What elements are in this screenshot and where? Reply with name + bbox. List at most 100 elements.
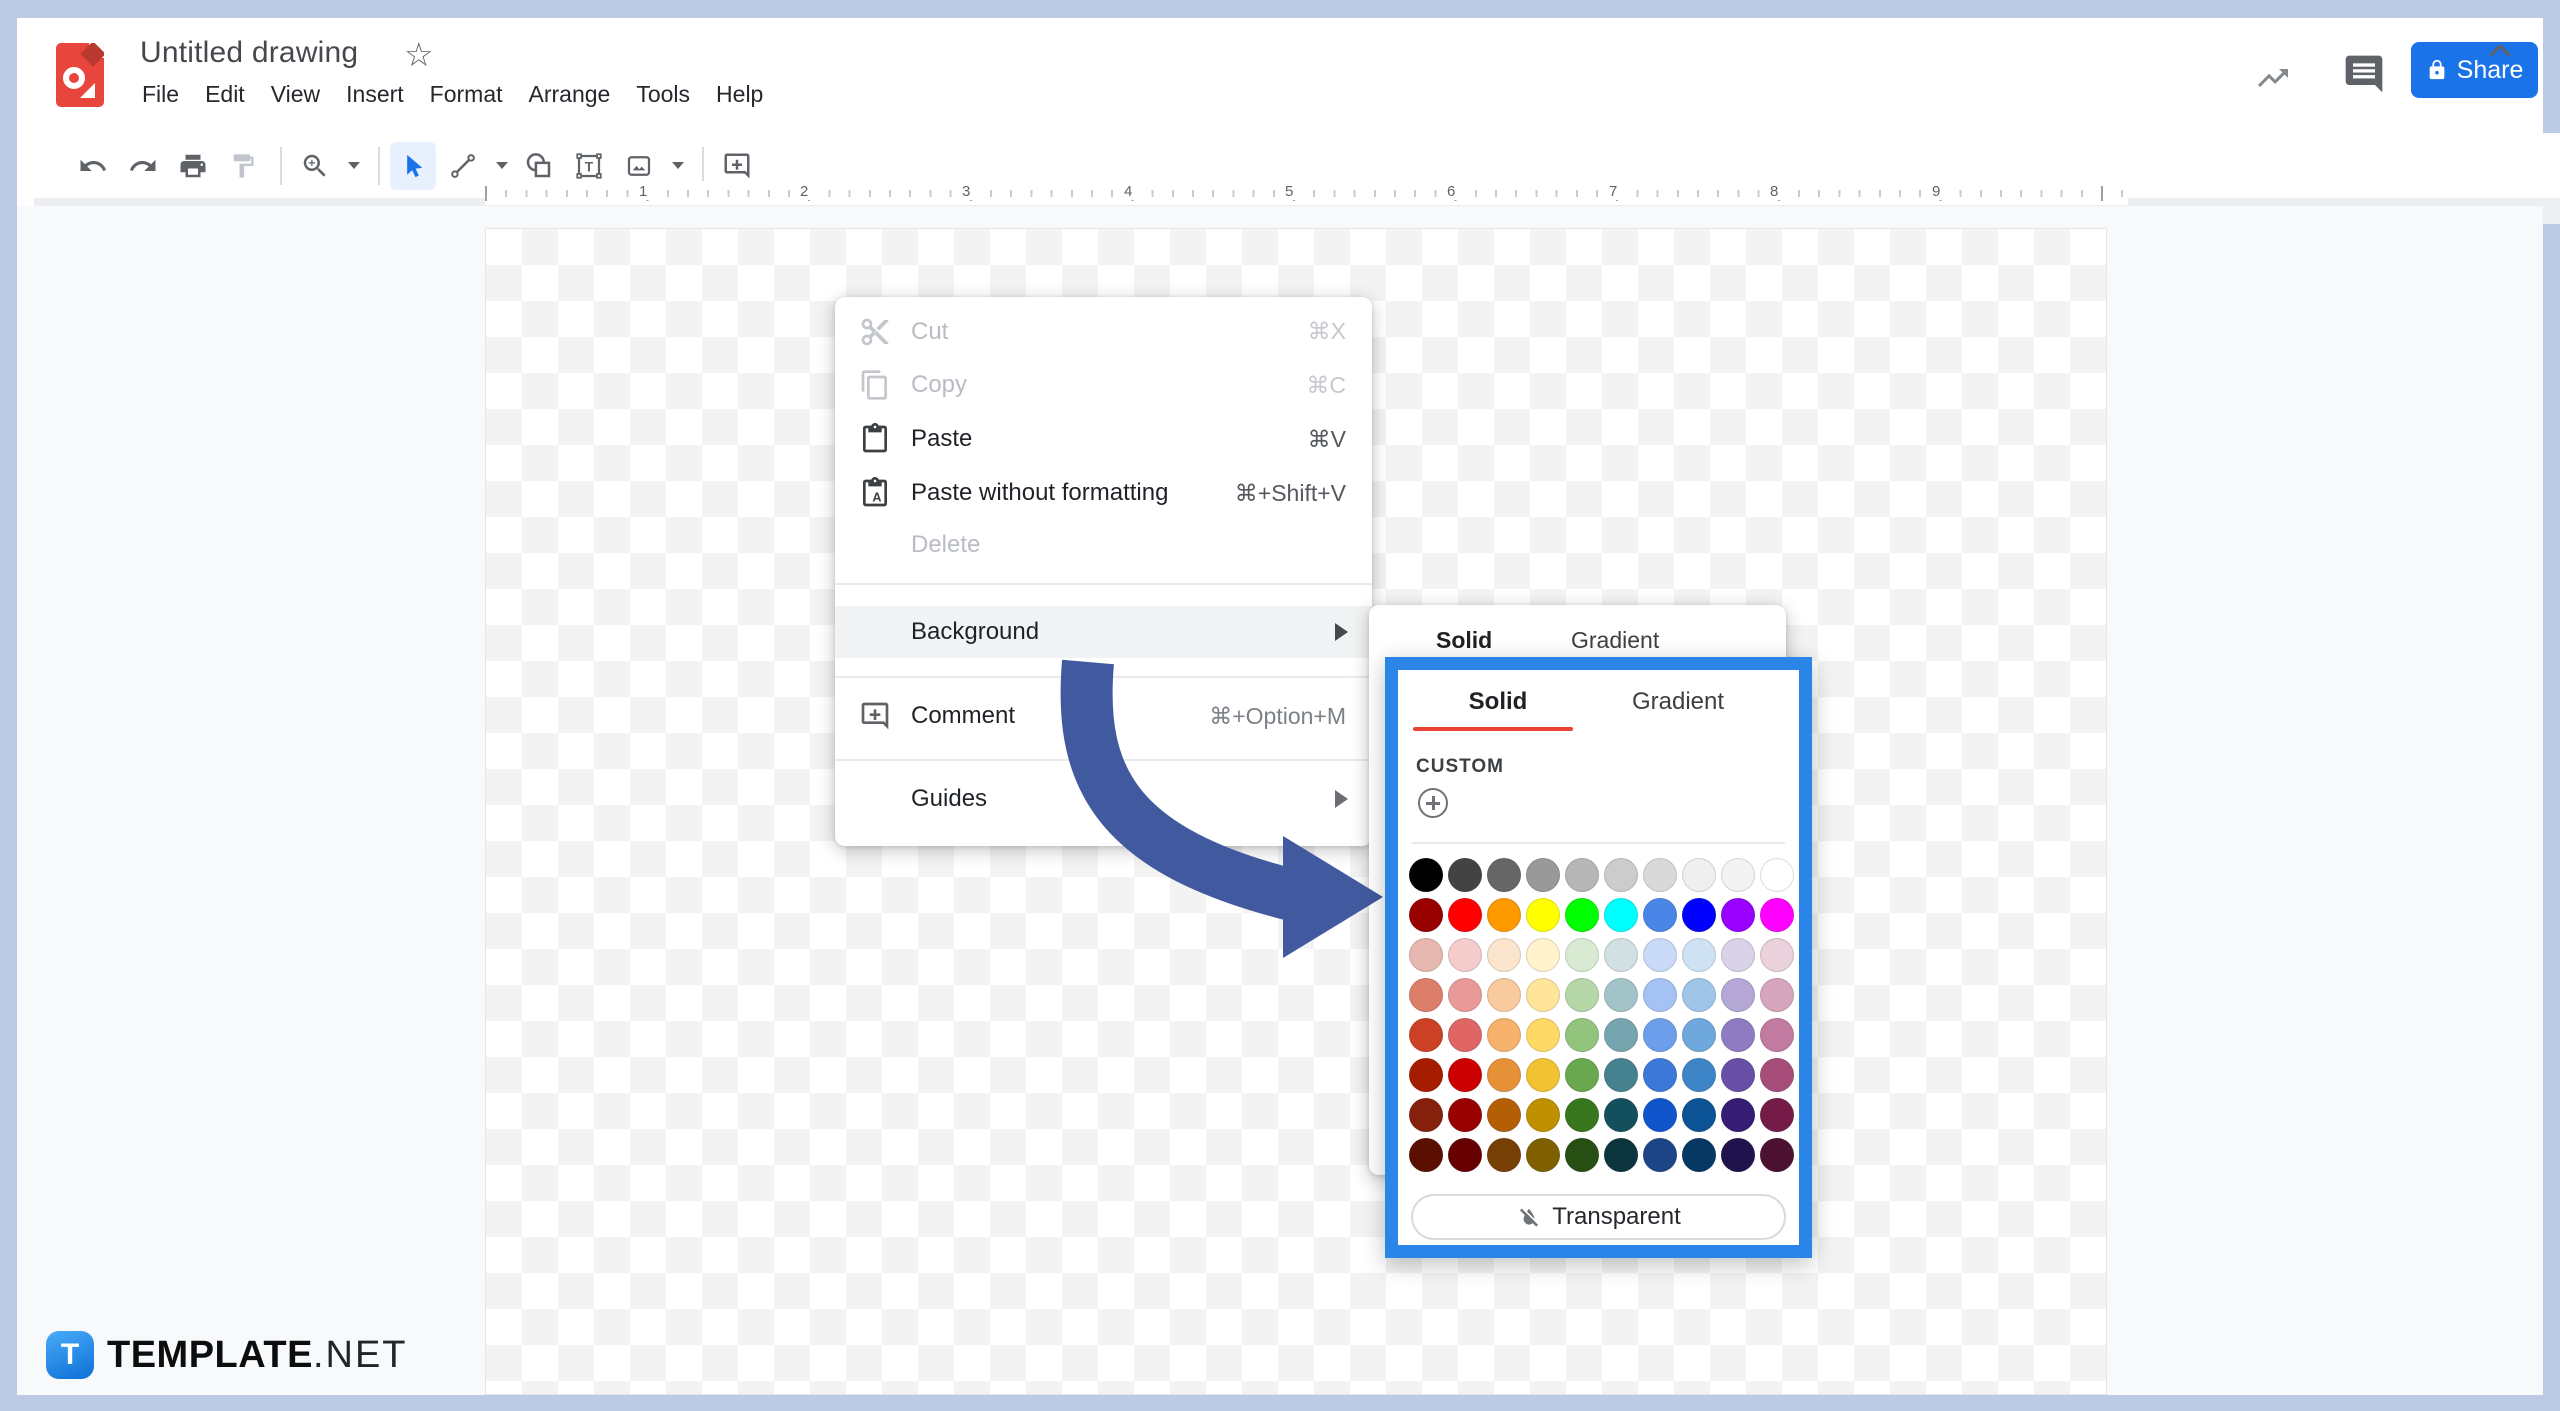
color-swatch[interactable]: [1565, 978, 1599, 1012]
context-item-comment[interactable]: Comment ⌘+Option+M: [835, 690, 1372, 742]
color-swatch[interactable]: [1487, 978, 1521, 1012]
star-icon[interactable]: ☆: [404, 35, 434, 74]
color-swatch[interactable]: [1643, 1098, 1677, 1132]
color-swatch[interactable]: [1643, 1058, 1677, 1092]
menu-edit[interactable]: Edit: [192, 76, 258, 113]
color-swatch[interactable]: [1487, 858, 1521, 892]
zoom-tool-button[interactable]: [292, 142, 338, 190]
undo-button[interactable]: [70, 142, 116, 190]
add-custom-color-button[interactable]: [1418, 788, 1448, 818]
color-swatch[interactable]: [1760, 938, 1794, 972]
color-swatch[interactable]: [1604, 978, 1638, 1012]
color-swatch[interactable]: [1448, 898, 1482, 932]
menu-format[interactable]: Format: [417, 76, 516, 113]
select-tool-button[interactable]: [390, 141, 436, 190]
color-swatch[interactable]: [1643, 898, 1677, 932]
color-swatch[interactable]: [1643, 978, 1677, 1012]
print-button[interactable]: [170, 142, 216, 190]
color-swatch[interactable]: [1760, 1098, 1794, 1132]
color-swatch[interactable]: [1682, 978, 1716, 1012]
activity-trend-icon[interactable]: [2247, 60, 2299, 96]
color-swatch[interactable]: [1565, 1018, 1599, 1052]
hide-menus-chevron-icon[interactable]: [2485, 36, 2515, 66]
color-swatch[interactable]: [1604, 1058, 1638, 1092]
color-swatch[interactable]: [1487, 1138, 1521, 1172]
context-item-cut[interactable]: Cut ⌘X: [835, 305, 1372, 358]
color-swatch[interactable]: [1487, 1058, 1521, 1092]
menu-insert[interactable]: Insert: [333, 76, 417, 113]
redo-button[interactable]: [120, 142, 166, 190]
zoom-dropdown-caret[interactable]: [342, 142, 366, 190]
color-swatch[interactable]: [1760, 1138, 1794, 1172]
color-swatch[interactable]: [1604, 858, 1638, 892]
tab-gradient[interactable]: Gradient: [1588, 688, 1768, 716]
color-swatch[interactable]: [1760, 898, 1794, 932]
color-swatch[interactable]: [1448, 1058, 1482, 1092]
color-swatch[interactable]: [1409, 1058, 1443, 1092]
color-swatch[interactable]: [1448, 938, 1482, 972]
menu-view[interactable]: View: [258, 76, 333, 113]
color-swatch[interactable]: [1526, 858, 1560, 892]
line-tool-button[interactable]: [440, 142, 486, 190]
context-item-background[interactable]: Background: [835, 606, 1372, 658]
color-swatch[interactable]: [1721, 1018, 1755, 1052]
color-swatch[interactable]: [1487, 938, 1521, 972]
color-swatch[interactable]: [1604, 1098, 1638, 1132]
color-swatch[interactable]: [1760, 1058, 1794, 1092]
color-swatch[interactable]: [1487, 898, 1521, 932]
color-swatch[interactable]: [1526, 1018, 1560, 1052]
color-swatch[interactable]: [1721, 1098, 1755, 1132]
color-swatch[interactable]: [1526, 978, 1560, 1012]
comments-icon[interactable]: [2341, 52, 2387, 96]
color-swatch[interactable]: [1643, 1138, 1677, 1172]
menu-help[interactable]: Help: [703, 76, 776, 113]
color-swatch[interactable]: [1721, 1058, 1755, 1092]
color-swatch[interactable]: [1721, 938, 1755, 972]
color-swatch[interactable]: [1682, 938, 1716, 972]
color-swatch[interactable]: [1604, 1138, 1638, 1172]
color-swatch[interactable]: [1682, 898, 1716, 932]
share-button[interactable]: Share: [2411, 42, 2538, 98]
color-swatch[interactable]: [1682, 1138, 1716, 1172]
color-swatch[interactable]: [1565, 898, 1599, 932]
color-swatch[interactable]: [1565, 938, 1599, 972]
color-swatch[interactable]: [1565, 1138, 1599, 1172]
color-swatch[interactable]: [1721, 898, 1755, 932]
color-swatch[interactable]: [1409, 938, 1443, 972]
color-swatch[interactable]: [1448, 1018, 1482, 1052]
color-swatch[interactable]: [1487, 1098, 1521, 1132]
color-swatch[interactable]: [1721, 978, 1755, 1012]
color-swatch[interactable]: [1409, 978, 1443, 1012]
color-swatch[interactable]: [1760, 978, 1794, 1012]
context-item-paste-without-formatting[interactable]: A Paste without formatting ⌘+Shift+V: [835, 466, 1372, 520]
color-swatch[interactable]: [1604, 938, 1638, 972]
color-swatch[interactable]: [1643, 858, 1677, 892]
color-swatch[interactable]: [1604, 1018, 1638, 1052]
color-swatch[interactable]: [1682, 858, 1716, 892]
submenu-tab-solid[interactable]: Solid: [1436, 627, 1492, 654]
color-swatch[interactable]: [1721, 858, 1755, 892]
menu-arrange[interactable]: Arrange: [516, 76, 624, 113]
menu-file[interactable]: File: [129, 76, 192, 113]
color-swatch[interactable]: [1409, 858, 1443, 892]
transparent-button[interactable]: Transparent: [1411, 1194, 1786, 1240]
color-swatch[interactable]: [1526, 1058, 1560, 1092]
menu-tools[interactable]: Tools: [623, 76, 703, 113]
color-swatch[interactable]: [1448, 1098, 1482, 1132]
google-drawings-logo-icon[interactable]: [56, 43, 104, 107]
color-swatch[interactable]: [1682, 1098, 1716, 1132]
paint-format-button[interactable]: [220, 142, 266, 190]
color-swatch[interactable]: [1760, 858, 1794, 892]
color-swatch[interactable]: [1526, 1098, 1560, 1132]
color-swatch[interactable]: [1565, 858, 1599, 892]
color-swatch[interactable]: [1760, 1018, 1794, 1052]
color-swatch[interactable]: [1565, 1058, 1599, 1092]
color-swatch[interactable]: [1526, 938, 1560, 972]
color-swatch[interactable]: [1448, 978, 1482, 1012]
color-swatch[interactable]: [1682, 1058, 1716, 1092]
color-swatch[interactable]: [1409, 1138, 1443, 1172]
color-swatch[interactable]: [1643, 938, 1677, 972]
color-swatch[interactable]: [1487, 1018, 1521, 1052]
context-item-paste[interactable]: Paste ⌘V: [835, 412, 1372, 466]
tab-solid[interactable]: Solid: [1408, 688, 1588, 716]
